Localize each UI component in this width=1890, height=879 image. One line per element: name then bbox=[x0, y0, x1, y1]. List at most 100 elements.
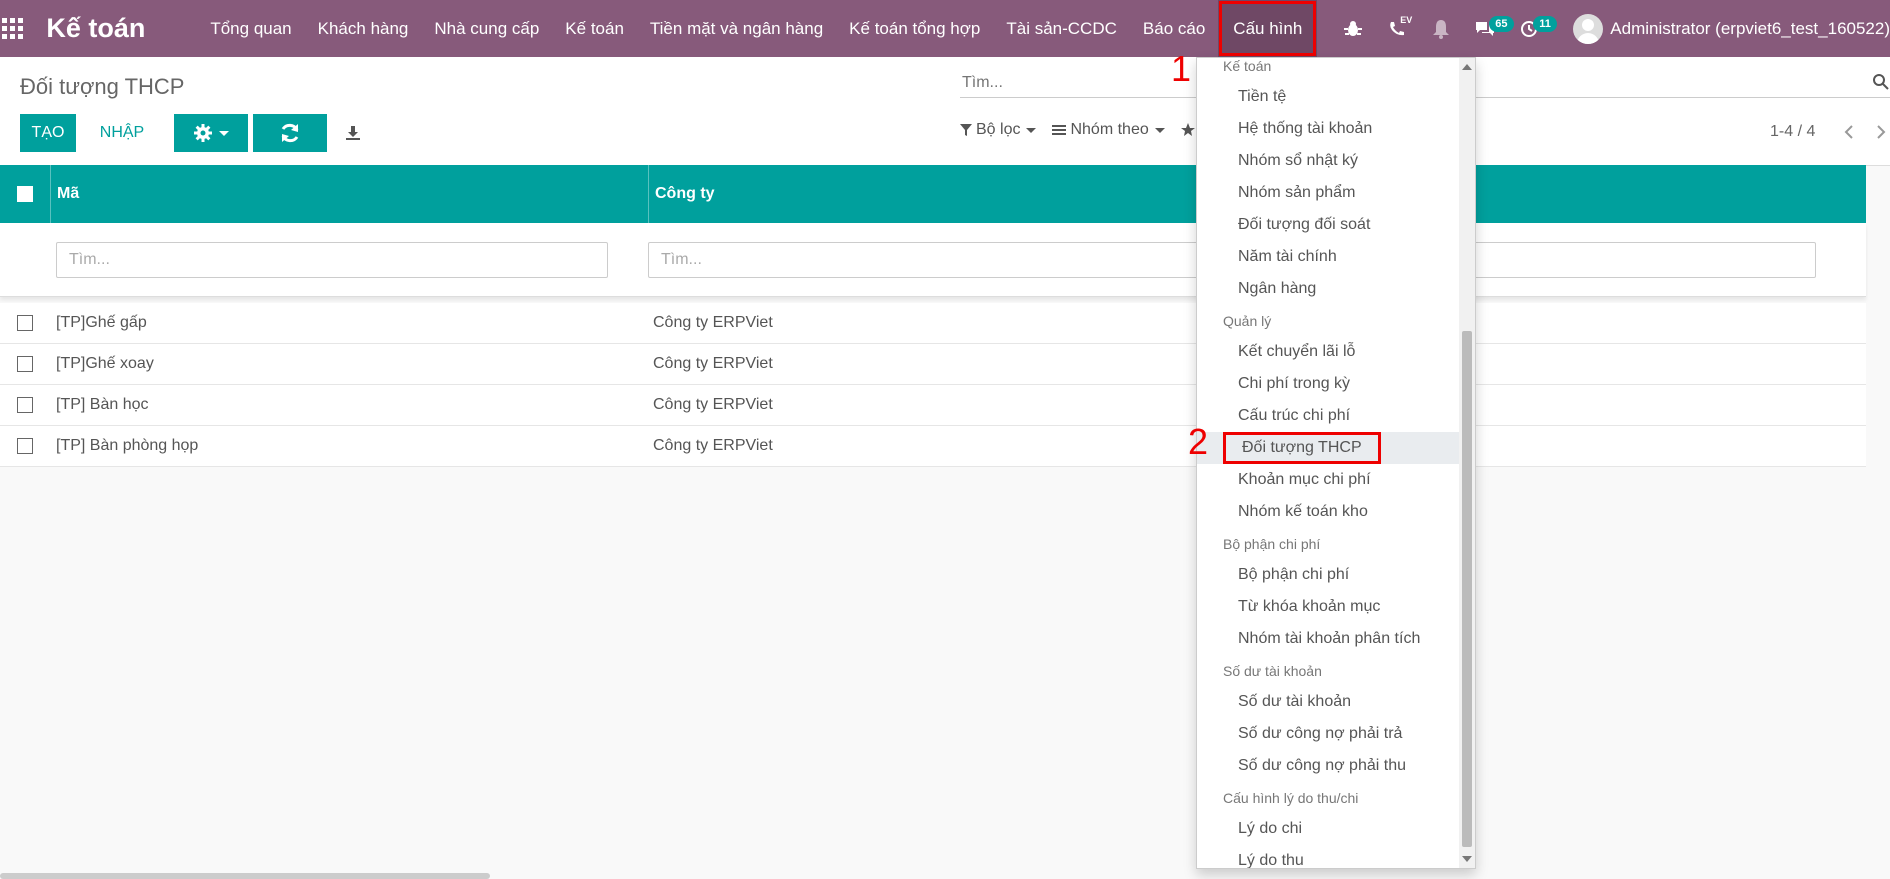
dropdown-item[interactable]: Tiền tệ bbox=[1197, 81, 1459, 113]
systray: EV 65 11 Administrator (erpviet6_test_16… bbox=[1331, 0, 1890, 57]
dropdown-item-label: Tiền tệ bbox=[1238, 88, 1287, 105]
dropdown-item[interactable]: Nhóm sản phẩm bbox=[1197, 177, 1459, 209]
row-checkbox[interactable] bbox=[0, 356, 50, 372]
dropdown-item[interactable]: Số dư tài khoản bbox=[1197, 686, 1459, 718]
column-header-code[interactable]: Mã bbox=[51, 165, 649, 223]
row-checkbox[interactable] bbox=[0, 438, 50, 454]
dropdown-item[interactable]: Nhóm sổ nhật ký bbox=[1197, 145, 1459, 177]
messages-icon[interactable]: 65 bbox=[1463, 0, 1514, 57]
dropdown-item-label: Ngân hàng bbox=[1238, 280, 1317, 297]
code-filter-input[interactable]: Tìm... bbox=[56, 241, 608, 278]
dropdown-item[interactable]: Cấu trúc chi phí bbox=[1197, 400, 1459, 432]
menu-item-1[interactable]: Khách hàng bbox=[305, 0, 422, 57]
groupby-label: Nhóm theo bbox=[1070, 121, 1149, 138]
user-menu[interactable]: Administrator (erpviet6_test_160522) bbox=[1573, 13, 1890, 44]
dropdown-item[interactable]: Từ khóa khoản mục bbox=[1197, 591, 1459, 623]
menu-item-0[interactable]: Tổng quan bbox=[197, 0, 304, 57]
voip-label: EV bbox=[1400, 15, 1413, 25]
table-body: [TP]Ghế gấp Công ty ERPViet [TP]Ghế xoay Cô… bbox=[0, 303, 1866, 467]
filter-label: Bộ lọc bbox=[976, 121, 1021, 138]
menu-item-2[interactable]: Nhà cung cấp bbox=[421, 0, 552, 57]
scroll-down-icon[interactable] bbox=[1462, 856, 1472, 862]
menu-item-8[interactable]: Cấu hình bbox=[1218, 0, 1318, 57]
groupby-dropdown[interactable]: Nhóm theo bbox=[1052, 121, 1165, 139]
activities-badge: 11 bbox=[1533, 16, 1557, 32]
download-button[interactable] bbox=[333, 114, 373, 152]
pager-value[interactable]: 1-4 / 4 bbox=[1770, 123, 1815, 141]
list-view: Mã Công ty Tìm... Tìm... [TP]Ghế gấp Công… bbox=[0, 165, 1866, 467]
gear-icon bbox=[194, 124, 212, 142]
dropdown-section-header: Cấu hình lý do thu/chi bbox=[1223, 789, 1359, 806]
menu-item-3[interactable]: Kế toán bbox=[552, 0, 637, 57]
menu-item-4[interactable]: Tiền mặt và ngân hàng bbox=[637, 0, 836, 57]
scrollbar-thumb[interactable] bbox=[1462, 331, 1472, 847]
dropdown-scrollbar[interactable] bbox=[1459, 58, 1475, 868]
dropdown-item-label: Từ khóa khoản mục bbox=[1238, 598, 1381, 615]
dropdown-item-label: Bộ phận chi phí bbox=[1238, 566, 1350, 583]
dropdown-item-label: Cấu trúc chi phí bbox=[1238, 407, 1351, 424]
dropdown-item[interactable]: Ngân hàng bbox=[1197, 273, 1459, 305]
user-name: Administrator (erpviet6_test_160522) bbox=[1610, 18, 1890, 38]
dropdown-item[interactable]: Chi phí trong kỳ bbox=[1197, 368, 1459, 400]
cell-code: [TP]Ghế xoay bbox=[56, 355, 154, 372]
chevron-left-icon[interactable] bbox=[1833, 125, 1865, 139]
dropdown-item-label: Nhóm kế toán kho bbox=[1238, 503, 1368, 520]
dropdown-item[interactable]: Nhóm kế toán kho bbox=[1197, 496, 1459, 528]
filter-dropdown[interactable]: Bộ lọc bbox=[960, 121, 1037, 139]
select-all-checkbox[interactable] bbox=[0, 165, 51, 223]
create-button[interactable]: TẠO bbox=[20, 114, 76, 152]
dropdown-item[interactable]: Hệ thống tài khoản bbox=[1197, 113, 1459, 145]
table-row[interactable]: [TP] Bàn học Công ty ERPViet bbox=[0, 385, 1866, 426]
activities-clock-icon[interactable]: 11 bbox=[1507, 0, 1557, 57]
grid-icon bbox=[2, 17, 24, 39]
menu-item-5[interactable]: Kế toán tổng hợp bbox=[836, 0, 993, 57]
cell-code: [TP]Ghế gấp bbox=[56, 314, 147, 331]
dropdown-item[interactable]: Bộ phận chi phí bbox=[1197, 559, 1459, 591]
app-title[interactable]: Kế toán bbox=[46, 13, 145, 44]
search-icon[interactable] bbox=[1872, 73, 1890, 96]
table-row[interactable]: [TP]Ghế gấp Công ty ERPViet bbox=[0, 303, 1866, 344]
dropdown-item[interactable]: Khoản mục chi phí bbox=[1197, 464, 1459, 496]
list-icon bbox=[1052, 125, 1067, 135]
dropdown-item[interactable]: Năm tài chính bbox=[1197, 241, 1459, 273]
search-input[interactable] bbox=[960, 69, 1164, 97]
row-checkbox[interactable] bbox=[0, 397, 50, 413]
dropdown-item[interactable]: Nhóm tài khoản phân tích bbox=[1197, 623, 1459, 655]
download-icon bbox=[346, 126, 360, 140]
row-checkbox[interactable] bbox=[0, 315, 50, 331]
dropdown-section-header: Kế toán bbox=[1223, 57, 1272, 74]
column-filter-row: Tìm... Tìm... bbox=[0, 223, 1866, 297]
dropdown-item-label: Số dư công nợ phải thu bbox=[1238, 757, 1406, 774]
chevron-right-icon[interactable] bbox=[1865, 125, 1890, 139]
table-row[interactable]: [TP]Ghế xoay Công ty ERPViet bbox=[0, 344, 1866, 385]
dropdown-item-label: Năm tài chính bbox=[1238, 248, 1337, 265]
top-navbar: Kế toán Tổng quan Khách hàng Nhà cung cấp K… bbox=[0, 0, 1890, 57]
bell-icon[interactable] bbox=[1419, 0, 1463, 57]
funnel-icon bbox=[960, 124, 972, 136]
import-button[interactable]: NHẬP bbox=[76, 114, 168, 152]
dropdown-item-label: Số dư công nợ phải trả bbox=[1238, 725, 1403, 742]
table-row[interactable]: [TP] Bàn phòng họp Công ty ERPViet bbox=[0, 426, 1866, 467]
dropdown-item-label: Số dư tài khoản bbox=[1238, 693, 1352, 710]
dropdown-item[interactable]: Lý do thu bbox=[1197, 845, 1459, 869]
dropdown-item-label: Khoản mục chi phí bbox=[1238, 471, 1371, 488]
control-panel: Đối tượng THCP TẠO NHẬP Bộ lọc Nhóm theo bbox=[0, 57, 1890, 166]
dropdown-section-header: Quản lý bbox=[1223, 312, 1272, 329]
apps-menu-icon[interactable] bbox=[0, 0, 26, 57]
horizontal-scrollbar[interactable] bbox=[0, 873, 490, 879]
dropdown-item-label: Nhóm sản phẩm bbox=[1238, 184, 1356, 201]
menu-item-6[interactable]: Tài sản-CCDC bbox=[993, 0, 1130, 57]
debug-icon[interactable] bbox=[1331, 0, 1375, 57]
dropdown-item[interactable]: Đối tượng đối soát bbox=[1197, 209, 1459, 241]
refresh-button[interactable] bbox=[253, 114, 327, 152]
dropdown-item-label: Lý do thu bbox=[1238, 852, 1304, 869]
dropdown-item[interactable]: Số dư công nợ phải trả bbox=[1197, 718, 1459, 750]
dropdown-item[interactable]: Số dư công nợ phải thu bbox=[1197, 750, 1459, 782]
voip-phone-icon[interactable]: EV bbox=[1375, 0, 1419, 57]
dropdown-item[interactable]: Kết chuyển lãi lỗ bbox=[1197, 336, 1459, 368]
scroll-up-icon[interactable] bbox=[1462, 64, 1472, 70]
dropdown-item[interactable]: Lý do chi bbox=[1197, 813, 1459, 845]
action-menu-button[interactable] bbox=[174, 114, 248, 152]
dropdown-item[interactable]: Đối tượng THCP bbox=[1197, 432, 1459, 464]
dropdown-item-label: Hệ thống tài khoản bbox=[1238, 120, 1373, 137]
